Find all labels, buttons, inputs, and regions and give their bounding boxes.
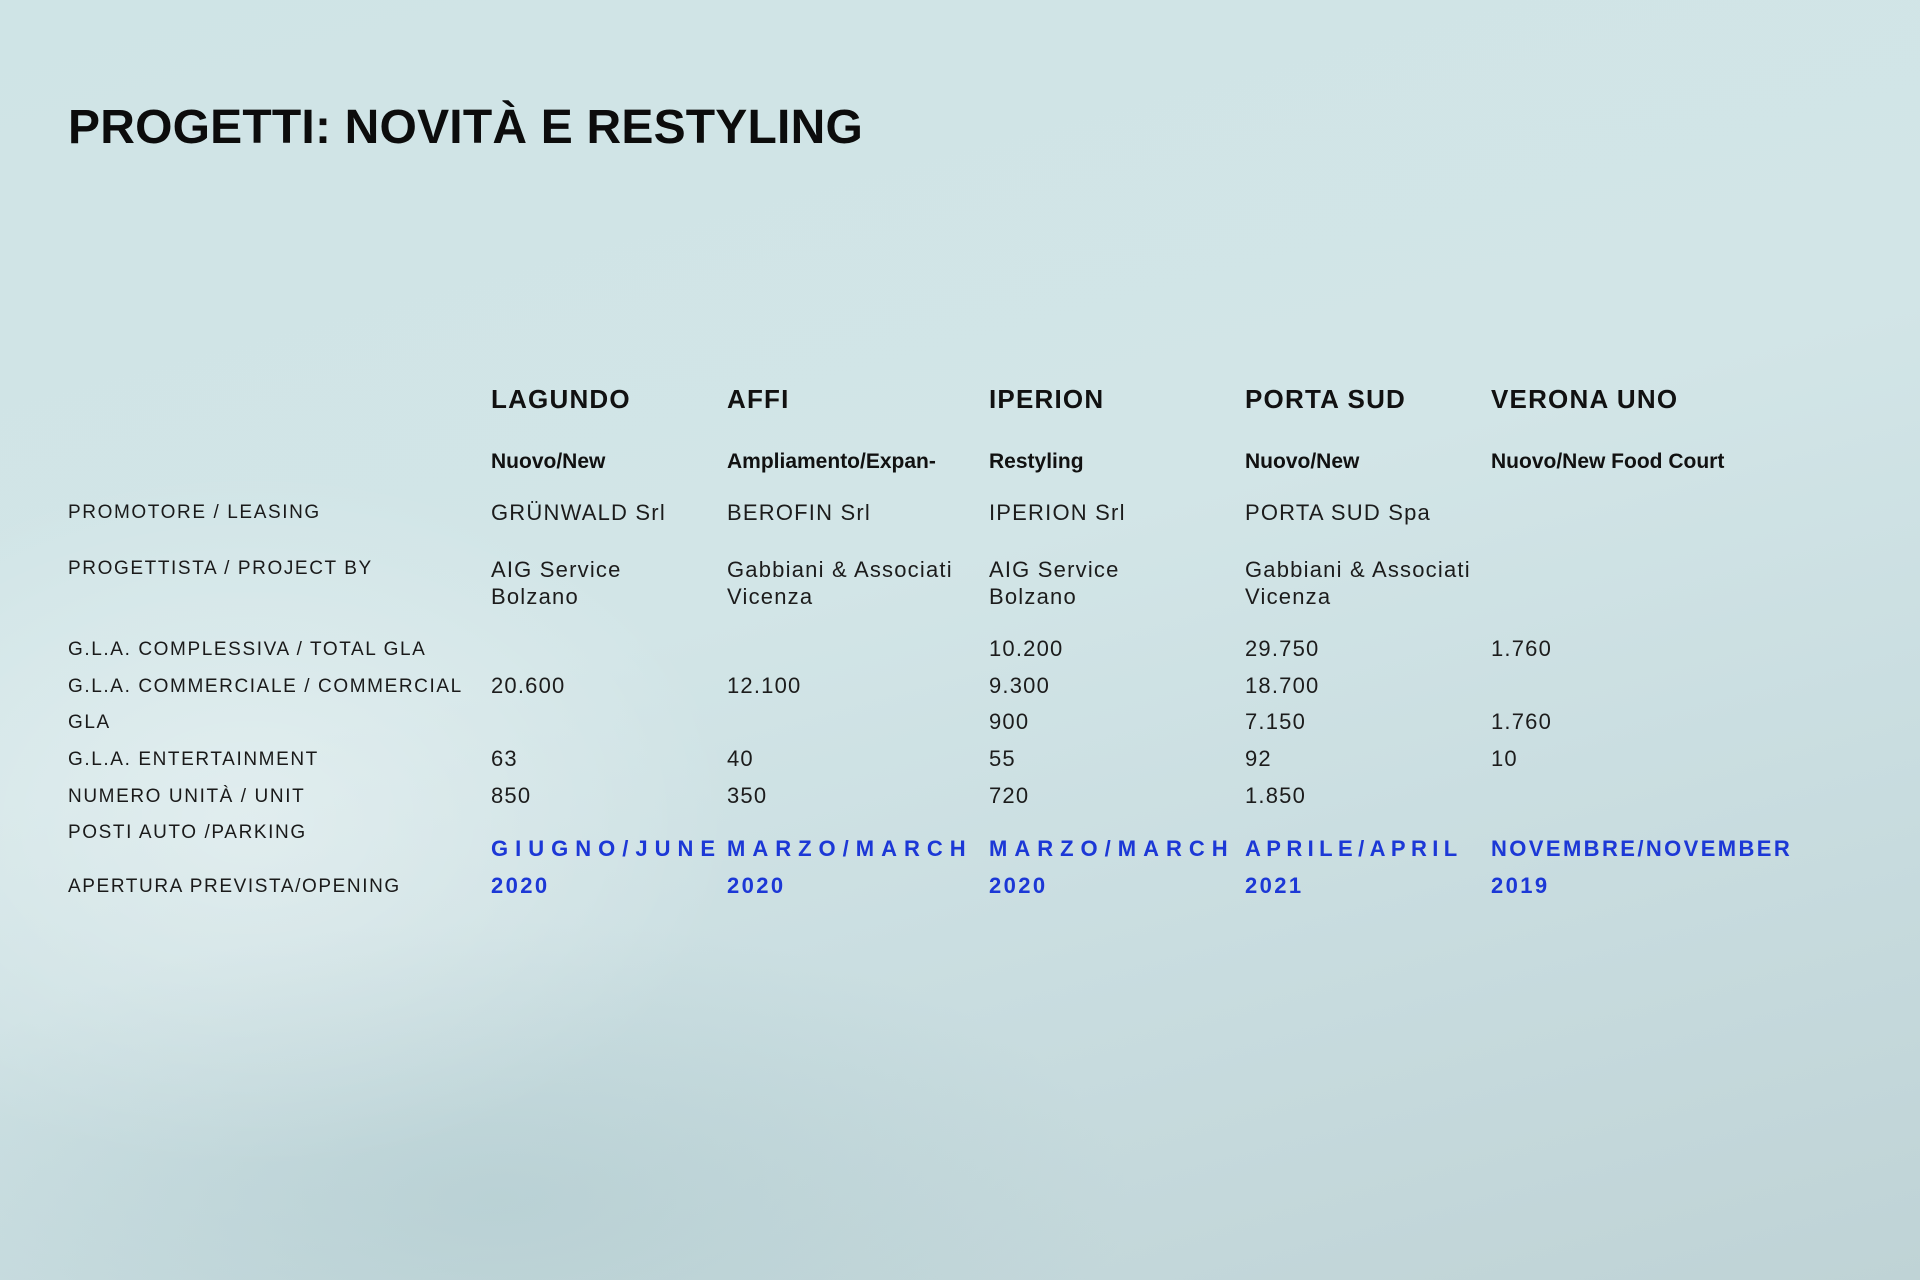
project-name: PORTA SUD <box>1245 384 1407 414</box>
gla-total-value: 1.760 <box>1491 636 1553 661</box>
row-label-gla-total: G.L.A. COMPLESSIVA / TOTAL GLA <box>68 639 427 660</box>
progettista-value: Gabbiani & Associati Vicenza <box>727 557 953 609</box>
row-label-units: NUMERO UNITÀ / UNIT <box>68 786 306 807</box>
project-name: VERONA UNO <box>1491 384 1679 414</box>
opening-date: MARZO/MARCH 2020 <box>727 836 973 898</box>
progettista-value: AIG Service Bolzano <box>989 557 1120 609</box>
parking-value: 720 <box>989 783 1030 808</box>
gla-entertainment-value: 7.150 <box>1245 709 1307 734</box>
project-type: Nuovo/New <box>1245 450 1360 473</box>
units-value: 10 <box>1491 746 1518 771</box>
project-type: Restyling <box>989 450 1084 473</box>
opening-date: APRILE/APRIL 2021 <box>1245 836 1463 898</box>
row-label-parking: POSTI AUTO /PARKING <box>68 822 307 843</box>
units-value: 63 <box>491 746 518 771</box>
gla-total-value: 10.200 <box>989 636 1064 661</box>
gla-commercial-value: 12.100 <box>727 673 802 698</box>
promotore-value: BEROFIN Srl <box>727 500 871 525</box>
parking-value: 1.850 <box>1245 783 1307 808</box>
project-type: Nuovo/New Food Court <box>1491 450 1725 473</box>
gla-commercial-value: 9.300 <box>989 673 1051 698</box>
progettista-value: AIG Service Bolzano <box>491 557 622 609</box>
page-title: PROGETTI: NOVITÀ E RESTYLING <box>68 101 863 154</box>
row-label-progettista: PROGETTISTA / PROJECT BY <box>68 558 373 579</box>
parking-value: 350 <box>727 783 768 808</box>
project-type: Ampliamento/Expan- <box>727 450 936 473</box>
row-label-gla-commercial-cont: GLA <box>68 712 111 733</box>
row-label-gla-commercial: G.L.A. COMMERCIALE / COMMERCIAL <box>68 676 463 697</box>
progettista-value: Gabbiani & Associati Vicenza <box>1245 557 1471 609</box>
row-label-gla-entertainment: G.L.A. ENTERTAINMENT <box>68 749 319 770</box>
row-label-opening: APERTURA PREVISTA/OPENING <box>68 876 401 897</box>
gla-entertainment-value: 900 <box>989 709 1030 734</box>
gla-entertainment-value: 1.760 <box>1491 709 1553 734</box>
project-name: LAGUNDO <box>491 384 631 414</box>
promotore-value: PORTA SUD Spa <box>1245 500 1431 525</box>
project-type: Nuovo/New <box>491 450 606 473</box>
units-value: 92 <box>1245 746 1272 771</box>
units-value: 55 <box>989 746 1016 771</box>
row-label-promotore: PROMOTORE / LEASING <box>68 502 321 523</box>
opening-date: NOVEMBRE/NOVEMBER 2019 <box>1491 836 1793 898</box>
opening-date: MARZO/MARCH 2020 <box>989 836 1235 898</box>
units-value: 40 <box>727 746 754 771</box>
parking-value: 850 <box>491 783 532 808</box>
opening-date: GIUGNO/JUNE 2020 <box>491 836 723 898</box>
gla-commercial-value: 20.600 <box>491 673 566 698</box>
gla-commercial-value: 18.700 <box>1245 673 1320 698</box>
gla-total-value: 29.750 <box>1245 636 1320 661</box>
promotore-value: GRÜNWALD Srl <box>491 500 666 525</box>
promotore-value: IPERION Srl <box>989 500 1126 525</box>
project-name: IPERION <box>989 384 1105 414</box>
project-name: AFFI <box>727 384 790 414</box>
